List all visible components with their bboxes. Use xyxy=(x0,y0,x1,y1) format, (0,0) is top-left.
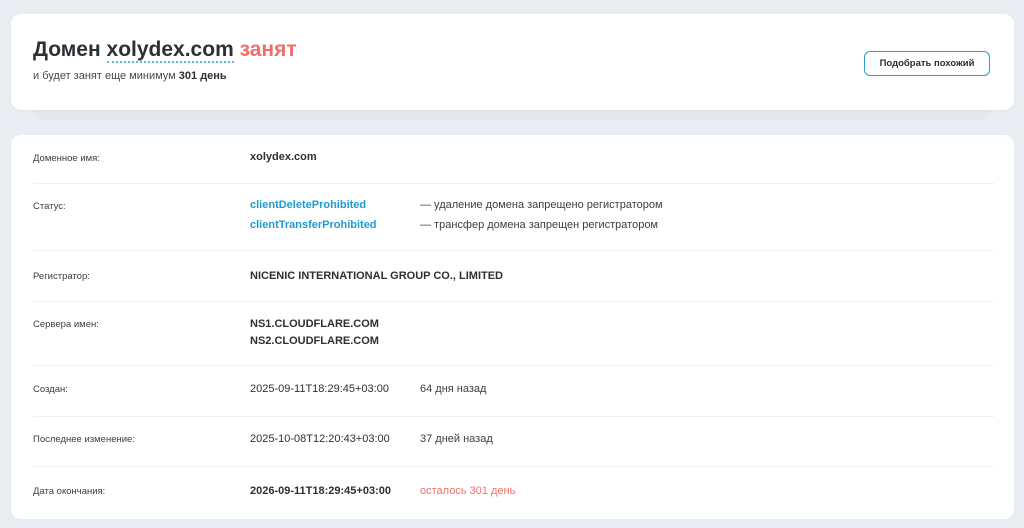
row-divider xyxy=(33,301,994,302)
created-value: 2025-09-11T18:29:45+03:00 xyxy=(250,383,389,395)
status-desc-transfer: — трансфер домена запрещен регистратором xyxy=(420,219,658,231)
page-title: Домен xolydex.com занят xyxy=(33,38,297,63)
registrar-label: Регистратор: xyxy=(33,271,90,282)
row-divider xyxy=(33,466,994,467)
row-divider xyxy=(33,183,994,184)
status-label: Статус: xyxy=(33,201,66,212)
title-domain[interactable]: xolydex.com xyxy=(106,38,234,63)
created-ago: 64 дня назад xyxy=(420,383,487,395)
find-similar-button[interactable]: Подобрать похожий xyxy=(864,51,990,76)
busy-duration-prefix: и будет занят еще минимум xyxy=(33,70,176,82)
updated-value: 2025-10-08T12:20:43+03:00 xyxy=(250,433,390,445)
nameserver-1: NS1.CLOUDFLARE.COM xyxy=(250,318,379,330)
domain-name-label: Доменное имя: xyxy=(33,153,100,164)
domain-status-card: Домен xolydex.com занят и будет занят ещ… xyxy=(11,14,1014,110)
busy-duration: и будет занят еще минимум 301 день xyxy=(33,70,227,82)
expires-remaining: осталось 301 день xyxy=(420,485,516,497)
row-divider xyxy=(33,250,994,251)
created-label: Создан: xyxy=(33,384,68,395)
header-card-shadow xyxy=(36,110,988,120)
expires-value: 2026-09-11T18:29:45+03:00 xyxy=(250,485,391,497)
row-divider xyxy=(33,365,994,366)
status-desc-delete: — удаление домена запрещено регистраторо… xyxy=(420,199,663,211)
updated-ago: 37 дней назад xyxy=(420,433,493,445)
updated-label: Последнее изменение: xyxy=(33,434,135,445)
nameservers-label: Сервера имен: xyxy=(33,319,99,330)
status-code-delete[interactable]: clientDeleteProhibited xyxy=(250,199,366,211)
page: Домен xolydex.com занят и будет занят ещ… xyxy=(0,0,1024,528)
nameserver-2: NS2.CLOUDFLARE.COM xyxy=(250,335,379,347)
title-prefix: Домен xyxy=(33,38,101,61)
domain-details-card: Доменное имя: xolydex.com Статус: client… xyxy=(11,135,1014,519)
title-state: занят xyxy=(239,38,297,61)
expires-label: Дата окончания: xyxy=(33,486,106,497)
row-divider xyxy=(33,416,994,417)
domain-name-value: xolydex.com xyxy=(250,151,317,163)
status-code-transfer[interactable]: clientTransferProhibited xyxy=(250,219,377,231)
registrar-value: NICENIC INTERNATIONAL GROUP CO., LIMITED xyxy=(250,270,504,282)
busy-duration-days: 301 день xyxy=(178,70,227,82)
